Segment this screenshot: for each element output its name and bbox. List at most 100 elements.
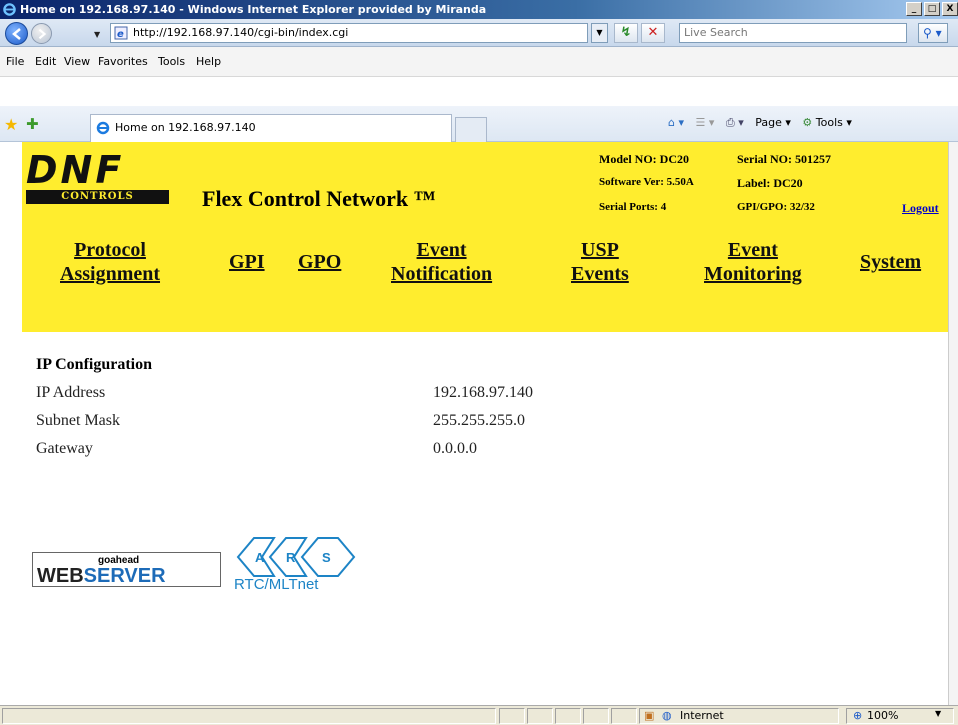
logout-link[interactable]: Logout (902, 201, 939, 216)
ip-address-value: 192.168.97.140 (433, 384, 533, 401)
zoom-level: 100% (867, 709, 899, 722)
logo-controls-text: CONTROLS (26, 190, 169, 204)
dnf-controls-logo: DNF CONTROLS (26, 148, 169, 204)
minimize-button[interactable]: _ (906, 2, 922, 16)
logo-dnf-text: DNF (26, 148, 125, 192)
tools-menu[interactable]: ⚙ Tools ▾ (802, 116, 852, 129)
url-text: http://192.168.97.140/cgi-bin/index.cgi (133, 26, 349, 39)
search-input[interactable]: Live Search (679, 23, 907, 43)
ars-caption: RTC/MLTnet (234, 576, 319, 593)
history-dropdown-icon[interactable]: ▼ (94, 30, 100, 39)
nav-gpo[interactable]: GPO (298, 250, 341, 274)
nav-gpi[interactable]: GPI (229, 250, 265, 274)
security-zone-pane[interactable]: ▣ ◍ Internet (639, 708, 839, 724)
add-favorite-icon[interactable]: ✚ (26, 115, 39, 133)
nav-usp-line2: Events (571, 263, 629, 285)
subnet-mask-value: 255.255.255.0 (433, 412, 525, 429)
model-number: Model NO: DC20 (599, 152, 689, 166)
nav-protocol-line1: Protocol (74, 239, 146, 261)
back-button[interactable] (5, 22, 28, 45)
zoom-icon: ⊕ (853, 709, 863, 722)
feeds-icon[interactable]: ☰ ▾ (696, 116, 715, 129)
subnet-mask-label: Subnet Mask (36, 412, 120, 429)
nav-usp-line1: USP (581, 239, 619, 261)
goahead-server-text: SERVER (83, 565, 166, 587)
nav-event-monitoring[interactable]: Event Monitoring (704, 238, 802, 286)
nav-event-line1: Event (416, 239, 467, 261)
ip-config-title: IP Configuration (36, 356, 153, 373)
nav-protocol-assignment[interactable]: Protocol Assignment (60, 238, 160, 286)
zoom-pane[interactable]: ⊕ 100% ▼ (846, 708, 954, 724)
svg-text:e: e (117, 29, 124, 40)
menu-favorites[interactable]: Favorites (98, 55, 148, 68)
gpi-gpo-count: GPI/GPO: 32/32 (737, 201, 815, 213)
stop-button[interactable]: ✕ (641, 23, 665, 43)
new-tab-button[interactable] (455, 117, 487, 142)
serial-ports: Serial Ports: 4 (599, 201, 667, 213)
header-banner: DNF CONTROLS Flex Control Network ™ Mode… (22, 142, 958, 332)
url-field[interactable]: e http://192.168.97.140/cgi-bin/index.cg… (110, 23, 588, 43)
favorites-star-icon[interactable]: ★ (4, 115, 18, 134)
ars-letter-a: A (255, 550, 265, 565)
status-pane-1 (499, 708, 525, 724)
back-arrow-icon (12, 28, 21, 40)
maximize-button[interactable]: □ (924, 2, 940, 16)
forward-arrow-icon (38, 28, 47, 40)
menu-view[interactable]: View (64, 55, 90, 68)
menu-bar: File Edit View Favorites Tools Help (0, 47, 958, 77)
home-icon[interactable]: ⌂ ▾ (668, 116, 684, 129)
address-bar: ▼ e http://192.168.97.140/cgi-bin/index.… (0, 19, 958, 47)
internet-globe-icon: ◍ (662, 709, 672, 722)
gateway-value: 0.0.0.0 (433, 440, 477, 457)
page-title: Flex Control Network ™ (202, 186, 436, 211)
status-pane-4 (583, 708, 609, 724)
vertical-scrollbar[interactable] (948, 142, 958, 705)
nav-usp-events[interactable]: USP Events (571, 238, 629, 286)
goahead-webserver-logo: goahead WEBSERVER (32, 552, 221, 587)
status-bar: ▣ ◍ Internet ⊕ 100% ▼ (0, 705, 958, 725)
goahead-web-text: WEB (37, 565, 84, 587)
search-icon: ⚲ ▾ (923, 26, 942, 40)
search-button[interactable]: ⚲ ▾ (918, 23, 948, 43)
tab-home[interactable]: Home on 192.168.97.140 (90, 114, 452, 142)
nav-protocol-line2: Assignment (60, 263, 161, 285)
tools-menu-label: Tools ▾ (815, 116, 852, 129)
serial-number: Serial NO: 501257 (737, 152, 831, 166)
zoom-dropdown-icon: ▼ (935, 709, 942, 718)
url-dropdown-button[interactable]: ▼ (591, 23, 608, 43)
page-left-margin (0, 142, 22, 705)
ars-letter-r: R (286, 550, 296, 565)
nav-event-line2: Notification (391, 263, 493, 285)
nav-event-notification[interactable]: Event Notification (391, 238, 492, 286)
close-button[interactable]: X (942, 2, 958, 16)
gateway-label: Gateway (36, 440, 93, 457)
protected-mode-icon: ▣ (644, 709, 655, 722)
page-menu[interactable]: Page ▾ (755, 116, 791, 129)
ie-icon (3, 3, 16, 16)
forward-button[interactable] (31, 23, 52, 44)
menu-tools[interactable]: Tools (158, 55, 185, 68)
nav-monitor-line1: Event (727, 239, 778, 261)
device-label: Label: DC20 (737, 176, 803, 190)
page-icon: e (114, 26, 128, 40)
menu-help[interactable]: Help (196, 55, 221, 68)
nav-system[interactable]: System (860, 250, 921, 274)
ars-letter-s: S (322, 550, 331, 565)
menu-edit[interactable]: Edit (35, 55, 56, 68)
gear-icon: ⚙ (802, 116, 813, 129)
status-text-pane (2, 708, 496, 724)
web-page: DNF CONTROLS Flex Control Network ™ Mode… (22, 142, 958, 705)
nav-monitor-line2: Monitoring (704, 263, 802, 285)
print-icon[interactable]: ⎙ ▾ (726, 116, 744, 130)
status-pane-5 (611, 708, 637, 724)
refresh-button[interactable]: ↯ (614, 23, 638, 43)
tab-label: Home on 192.168.97.140 (115, 121, 256, 134)
tab-bar: ★ ✚ Home on 192.168.97.140 ⌂ ▾ ☰ ▾ ⎙ ▾ P… (0, 106, 958, 142)
window-title: Home on 192.168.97.140 - Windows Interne… (20, 3, 487, 16)
goahead-big-text: WEBSERVER (37, 565, 166, 587)
window-title-bar: Home on 192.168.97.140 - Windows Interne… (0, 0, 958, 19)
menu-file[interactable]: File (6, 55, 24, 68)
status-pane-3 (555, 708, 581, 724)
ip-address-label: IP Address (36, 384, 106, 401)
command-bar: ⌂ ▾ ☰ ▾ ⎙ ▾ Page ▾ ⚙ Tools ▾ (668, 116, 860, 130)
